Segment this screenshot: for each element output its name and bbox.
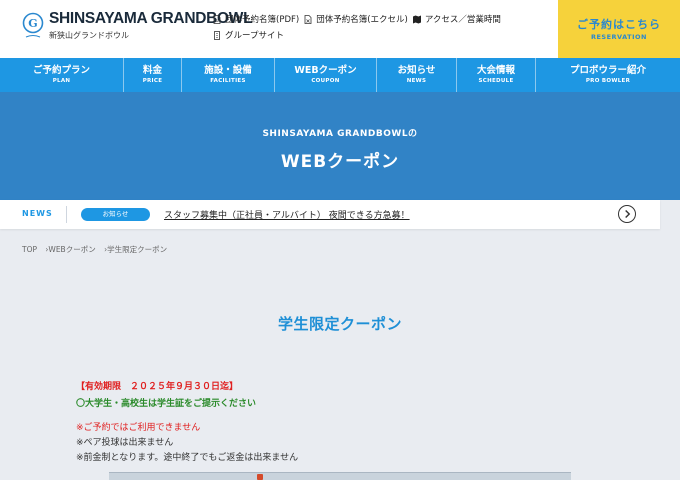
breadcrumb: TOP ›WEBクーポン ›学生限定クーポン xyxy=(22,244,173,255)
nav-facilities-en: FACILITIES xyxy=(210,77,246,84)
nav-coupon-en: COUPON xyxy=(311,77,340,84)
nav-pro-bowler-label: プロボウラー紹介 xyxy=(569,64,646,76)
reservation-sublabel: RESERVATION xyxy=(590,33,647,41)
coupon-image xyxy=(109,472,571,480)
breadcrumb-coupon[interactable]: ›WEBクーポン xyxy=(45,245,95,254)
building-icon xyxy=(214,30,220,40)
logo-icon[interactable]: G xyxy=(22,12,44,40)
nav-pro-bowler-en: PRO BOWLER xyxy=(585,77,631,84)
group-booking-pdf-link[interactable]: 団体予約名簿(PDF) xyxy=(213,13,299,25)
nav-schedule-label: 大会情報 xyxy=(476,64,515,76)
nav-item-pro-bowler[interactable]: プロボウラー紹介 PRO BOWLER xyxy=(536,58,680,92)
nav-item-schedule[interactable]: 大会情報 SCHEDULE xyxy=(457,58,536,92)
nav-news-en: NEWS xyxy=(406,77,427,84)
page-hero: SHINSAYAMA GRANDBOWLの WEBクーポン xyxy=(0,92,680,200)
reservation-label: ご予約はこちら xyxy=(577,18,661,31)
nav-price-label: 料金 xyxy=(142,64,162,76)
header-links: 団体予約名簿(PDF) 団体予約名簿(エクセル) アクセス／営業時間 グループサ… xyxy=(213,12,506,42)
hero-subtitle: SHINSAYAMA GRANDBOWLの xyxy=(262,129,418,139)
main-nav: ご予約プラン PLAN 料金 PRICE 施設・設備 FACILITIES WE… xyxy=(0,58,680,92)
nav-plan-label: ご予約プラン xyxy=(32,64,90,76)
nav-item-news[interactable]: お知らせ NEWS xyxy=(377,58,457,92)
nav-item-facilities[interactable]: 施設・設備 FACILITIES xyxy=(182,58,275,92)
pdf-file-icon xyxy=(213,14,221,24)
breadcrumb-top[interactable]: TOP xyxy=(22,245,37,254)
reservation-button[interactable]: ご予約はこちら RESERVATION xyxy=(558,0,680,58)
nav-plan-en: PLAN xyxy=(52,77,71,84)
page-title: WEBクーポン xyxy=(280,152,400,172)
breadcrumb-current: ›学生限定クーポン xyxy=(104,245,168,254)
nav-item-plan[interactable]: ご予約プラン PLAN xyxy=(0,58,124,92)
nav-facilities-label: 施設・設備 xyxy=(204,64,252,76)
nav-item-coupon[interactable]: WEBクーポン COUPON xyxy=(275,58,377,92)
group-booking-excel-label: 団体予約名簿(エクセル) xyxy=(316,15,408,25)
excel-file-icon xyxy=(304,14,312,24)
group-booking-pdf-label: 団体予約名簿(PDF) xyxy=(225,15,300,25)
note-no-reservation: ※ご予約ではご利用できません xyxy=(76,423,201,433)
chevron-right-icon[interactable] xyxy=(618,205,636,223)
group-site-link[interactable]: グループサイト xyxy=(213,29,284,41)
nav-coupon-label: WEBクーポン xyxy=(294,64,357,76)
map-icon xyxy=(412,15,421,23)
nav-schedule-en: SCHEDULE xyxy=(478,77,514,84)
access-hours-label: アクセス／営業時間 xyxy=(424,15,501,25)
news-headline-link[interactable]: スタッフ募集中（正社員・アルバイト） 夜間できる方急募！ xyxy=(164,208,410,221)
svg-text:G: G xyxy=(28,17,37,30)
nav-item-price[interactable]: 料金 PRICE xyxy=(124,58,182,92)
coupon-image-detail xyxy=(257,474,263,480)
coupon-title: 学生限定クーポン xyxy=(277,315,402,333)
logo-subtitle: 新狭山グランドボウル xyxy=(49,31,129,40)
news-divider xyxy=(66,206,67,223)
nav-price-en: PRICE xyxy=(142,77,163,84)
eligibility-condition: 〇大学生・高校生は学生証をご提示ください xyxy=(76,399,257,409)
group-site-label: グループサイト xyxy=(225,31,284,41)
nav-news-label: お知らせ xyxy=(397,64,436,76)
group-booking-excel-link[interactable]: 団体予約名簿(エクセル) xyxy=(304,13,408,25)
news-label: NEWS xyxy=(22,209,53,218)
news-ticker: NEWS お知らせ スタッフ募集中（正社員・アルバイト） 夜間できる方急募！ xyxy=(0,200,660,229)
access-hours-link[interactable]: アクセス／営業時間 xyxy=(412,13,501,25)
news-category-badge: お知らせ xyxy=(81,208,150,221)
note-no-pair: ※ペア投球は出来ません xyxy=(76,438,174,448)
site-header: G SHINSAYAMA GRANDBOWL 新狭山グランドボウル 団体予約名簿… xyxy=(0,0,680,58)
note-prepayment: ※前金制となります。途中終了でもご返金は出来ません xyxy=(76,453,299,463)
validity-period: 【有効期限 ２０２５年９月３０日迄】 xyxy=(76,382,239,392)
